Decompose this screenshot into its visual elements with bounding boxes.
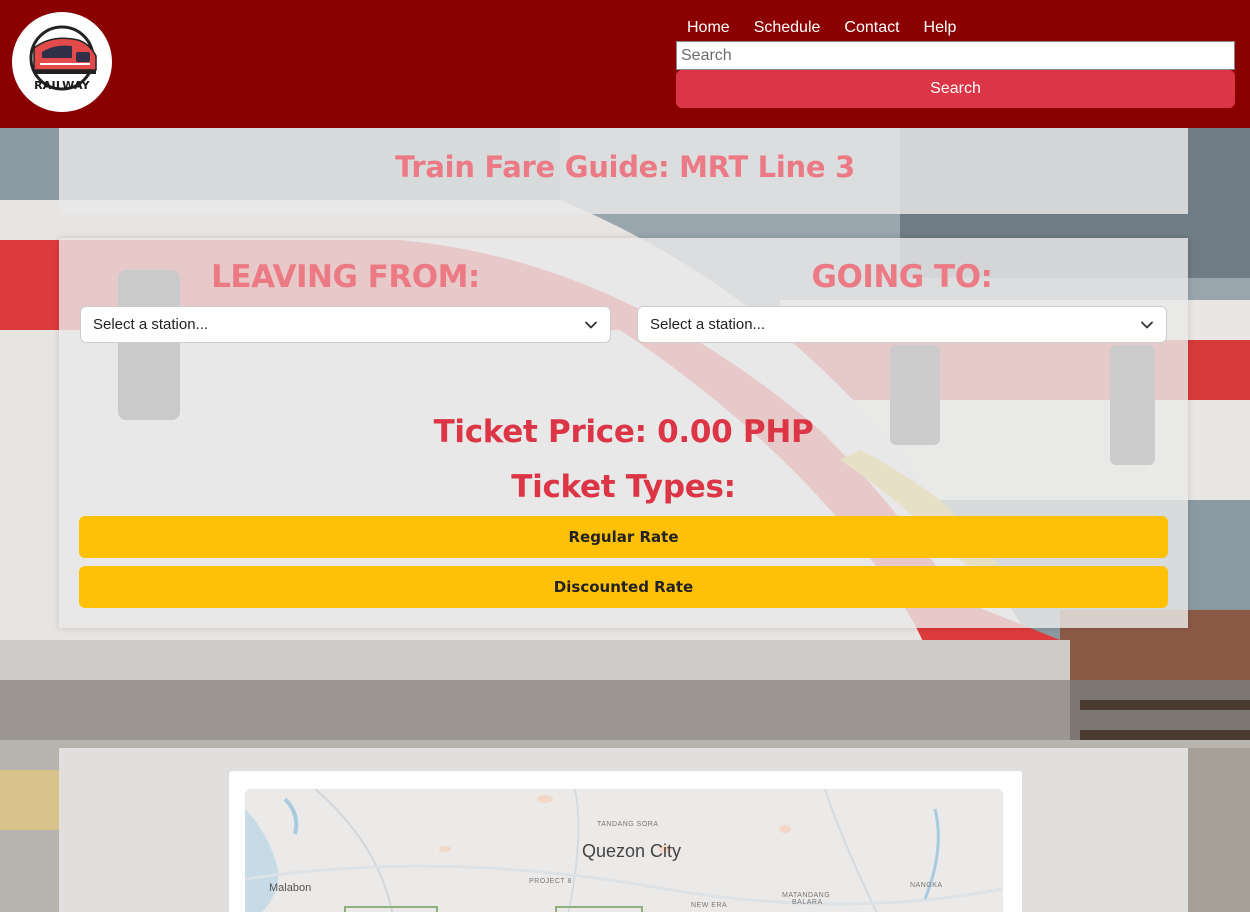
- going-select-value: Select a station...: [650, 316, 766, 333]
- map-place-malabon: Malabon: [269, 882, 312, 894]
- site-header: RAILWAY Home Schedule Contact Help Searc…: [0, 0, 1250, 128]
- page-title: Train Fare Guide: MRT Line 3: [395, 150, 855, 184]
- leaving-select-value: Select a station...: [93, 316, 209, 333]
- map-view[interactable]: Quezon City Malabon TANDANG SORA PROJECT…: [245, 789, 1003, 912]
- nav-help[interactable]: Help: [924, 18, 957, 38]
- leaving-from-label: LEAVING FROM:: [211, 259, 480, 295]
- leaving-station-select[interactable]: Select a station...: [80, 306, 611, 343]
- map-place-new-era: NEW ERA: [691, 902, 728, 909]
- train-logo-icon: [29, 25, 97, 91]
- chevron-down-icon: [585, 321, 597, 329]
- logo-text: RAILWAY: [34, 79, 90, 92]
- ticket-price: Ticket Price: 0.00 PHP: [433, 414, 814, 450]
- nav-home[interactable]: Home: [687, 18, 730, 38]
- site-logo[interactable]: RAILWAY: [12, 12, 112, 112]
- discounted-rate-button[interactable]: Discounted Rate: [79, 566, 1168, 608]
- map-city-label: Quezon City: [582, 841, 682, 861]
- nav-schedule[interactable]: Schedule: [754, 18, 821, 38]
- ticket-types-title: Ticket Types:: [511, 469, 736, 505]
- search-input[interactable]: [676, 41, 1235, 70]
- main-nav: Home Schedule Contact Help: [676, 18, 969, 38]
- going-to-label: GOING TO:: [811, 259, 993, 295]
- map-place-project8: PROJECT 8: [529, 878, 572, 885]
- map-place-nangka: NANGKA: [910, 882, 943, 889]
- map-place-tandang-sora: TANDANG SORA: [597, 821, 659, 828]
- going-station-select[interactable]: Select a station...: [637, 306, 1167, 343]
- map-place-matandang: MATANDANG: [782, 892, 831, 899]
- chevron-down-icon: [1141, 321, 1153, 329]
- regular-rate-button[interactable]: Regular Rate: [79, 516, 1168, 558]
- search-button[interactable]: Search: [676, 70, 1235, 108]
- nav-contact[interactable]: Contact: [844, 18, 899, 38]
- map-place-balara: BALARA: [792, 899, 823, 906]
